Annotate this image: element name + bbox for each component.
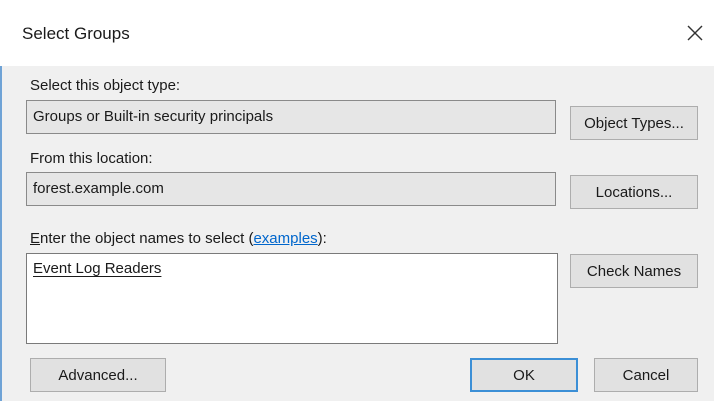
object-type-field: Groups or Built-in security principals [26, 100, 556, 134]
cancel-button[interactable]: Cancel [594, 358, 698, 392]
object-types-button[interactable]: Object Types... [570, 106, 698, 140]
locations-button[interactable]: Locations... [570, 175, 698, 209]
ok-button[interactable]: OK [470, 358, 578, 392]
location-field: forest.example.com [26, 172, 556, 206]
object-names-label-suffix: ): [317, 230, 327, 247]
close-icon [687, 25, 703, 41]
check-names-button[interactable]: Check Names [570, 254, 698, 288]
close-button[interactable] [680, 16, 710, 50]
examples-link[interactable]: examples [253, 230, 317, 247]
object-names-label: Enter the object names to select (exampl… [30, 230, 327, 247]
title-bar: Select Groups [0, 0, 714, 66]
select-groups-dialog: Select Groups Select this object type: G… [0, 0, 714, 401]
object-names-input[interactable]: Event Log Readers [26, 253, 558, 344]
object-names-label-mnemonic: E [30, 230, 41, 247]
object-name-entry: Event Log Readers [33, 260, 162, 277]
advanced-button[interactable]: Advanced... [30, 358, 166, 392]
object-names-label-text: nter the object names to select ( [40, 230, 254, 247]
location-label: From this location: [30, 150, 153, 167]
object-type-label: Select this object type: [30, 77, 181, 94]
window-title: Select Groups [22, 24, 130, 43]
